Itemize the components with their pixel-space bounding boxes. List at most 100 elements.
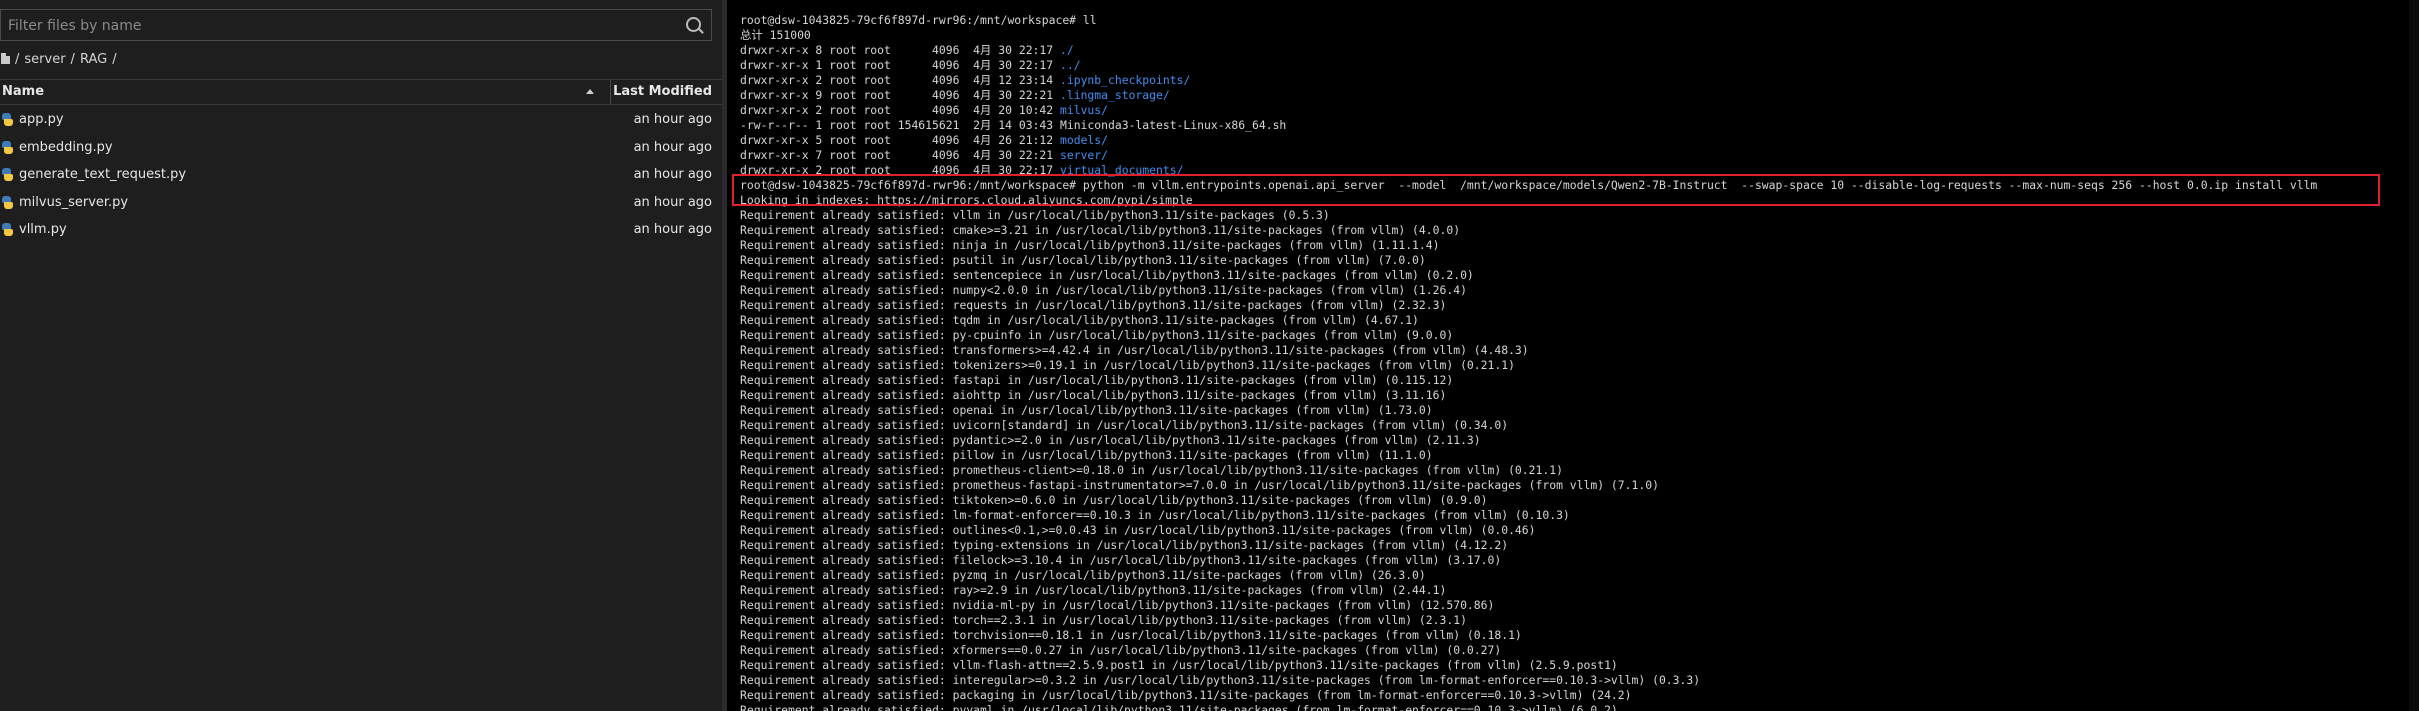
terminal-line: drwxr-xr-x 9 root root 4096 4月 30 22:21 … [740, 88, 2317, 103]
terminal-line: drwxr-xr-x 2 root root 4096 4月 12 23:14 … [740, 73, 2317, 88]
terminal-line-text: Requirement already satisfied: packaging… [740, 688, 1632, 702]
terminal-line: Requirement already satisfied: uvicorn[s… [740, 418, 2317, 433]
terminal-panel[interactable]: root@dsw-1043825-79cf6f897d-rwr96:/mnt/w… [727, 0, 2419, 711]
column-header-name[interactable]: Name [2, 84, 44, 99]
terminal-line-text: drwxr-xr-x 2 root root 4096 4月 12 23:14 [740, 73, 1060, 87]
terminal-scrollbar[interactable] [2409, 0, 2419, 711]
python-file-icon [0, 223, 13, 236]
terminal-line-text: Requirement already satisfied: py-cpuinf… [740, 328, 1454, 342]
file-row-embedding-py[interactable]: embedding.py an hour ago [0, 134, 722, 162]
terminal-line-text: Requirement already satisfied: requests … [740, 298, 1447, 312]
terminal-directory-name: virtual_documents/ [1060, 163, 1184, 177]
terminal-line-text: Requirement already satisfied: nvidia-ml… [740, 598, 1495, 612]
file-filter-box[interactable] [0, 9, 712, 41]
terminal-line-text: root@dsw-1043825-79cf6f897d-rwr96:/mnt/w… [740, 178, 2318, 192]
breadcrumb-root[interactable]: / [15, 52, 19, 67]
terminal-directory-name: .ipynb_checkpoints/ [1060, 73, 1191, 87]
terminal-line: Requirement already satisfied: tiktoken>… [740, 493, 2317, 508]
terminal-line-text: Requirement already satisfied: cmake>=3.… [740, 223, 1461, 237]
terminal-directory-name: server/ [1060, 148, 1109, 162]
terminal-line: Requirement already satisfied: numpy<2.0… [740, 283, 2317, 298]
terminal-line-text: Requirement already satisfied: psutil in… [740, 253, 1426, 267]
terminal-line-text: Requirement already satisfied: pyzmq in … [740, 568, 1426, 582]
column-header-last-modified[interactable]: Last Modified [613, 84, 712, 99]
terminal-directory-name: .lingma_storage/ [1060, 88, 1170, 102]
terminal-line-text: Requirement already satisfied: transform… [740, 343, 1529, 357]
terminal-line-text: Requirement already satisfied: aiohttp i… [740, 388, 1447, 402]
terminal-line-text: Looking in indexes: https://mirrors.clou… [740, 193, 1193, 207]
terminal-line: Requirement already satisfied: transform… [740, 343, 2317, 358]
breadcrumb-separator: / [70, 51, 75, 67]
file-filter-input[interactable] [6, 13, 670, 39]
terminal-line: Requirement already satisfied: ninja in … [740, 238, 2317, 253]
terminal-line: Looking in indexes: https://mirrors.clou… [740, 193, 2317, 208]
terminal-line-text: Requirement already satisfied: vllm-flas… [740, 658, 1618, 672]
terminal-line: Requirement already satisfied: outlines<… [740, 523, 2317, 538]
terminal-line-text: Requirement already satisfied: uvicorn[s… [740, 418, 1509, 432]
terminal-line: Requirement already satisfied: packaging… [740, 688, 2317, 703]
terminal-line: Requirement already satisfied: lm-format… [740, 508, 2317, 523]
terminal-line-text: Requirement already satisfied: typing-ex… [740, 538, 1509, 552]
terminal-line: drwxr-xr-x 2 root root 4096 4月 20 10:42 … [740, 103, 2317, 118]
file-browser-panel: / server / RAG / Name Last Modified app.… [0, 0, 722, 711]
terminal-line-text: drwxr-xr-x 8 root root 4096 4月 30 22:17 [740, 43, 1060, 57]
terminal-line-text: Requirement already satisfied: lm-format… [740, 508, 1570, 522]
terminal-line: drwxr-xr-x 8 root root 4096 4月 30 22:17 … [740, 43, 2317, 58]
breadcrumb-separator: / [112, 51, 117, 67]
terminal-line: Requirement already satisfied: py-cpuinf… [740, 328, 2317, 343]
terminal-line: Requirement already satisfied: pillow in… [740, 448, 2317, 463]
terminal-line: Requirement already satisfied: tqdm in /… [740, 313, 2317, 328]
terminal-line-text: Requirement already satisfied: vllm in /… [740, 208, 1330, 222]
file-modified-time: an hour ago [633, 167, 712, 182]
terminal-line: Requirement already satisfied: requests … [740, 298, 2317, 313]
terminal-line-text: Requirement already satisfied: torchvisi… [740, 628, 1522, 642]
terminal-directory-name: ./ [1060, 43, 1074, 57]
terminal-line: Requirement already satisfied: tokenizer… [740, 358, 2317, 373]
terminal-line: drwxr-xr-x 5 root root 4096 4月 26 21:12 … [740, 133, 2317, 148]
python-file-icon [0, 195, 13, 209]
file-name: app.py [19, 112, 64, 127]
terminal-line-text: drwxr-xr-x 5 root root 4096 4月 26 21:12 [740, 133, 1060, 147]
terminal-line-text: Requirement already satisfied: ninja in … [740, 238, 1440, 252]
terminal-line: Requirement already satisfied: torch==2.… [740, 613, 2317, 628]
terminal-line-text: Requirement already satisfied: openai in… [740, 403, 1433, 417]
breadcrumb-item-server[interactable]: server [24, 52, 65, 67]
terminal-line-text: Requirement already satisfied: pydantic>… [740, 433, 1481, 447]
file-list-header: Name Last Modified [0, 79, 722, 105]
sort-ascending-icon[interactable] [586, 89, 594, 94]
python-file-icon [0, 140, 13, 154]
terminal-line: -rw-r--r-- 1 root root 154615621 2月 14 0… [740, 118, 2317, 133]
file-modified-time: an hour ago [633, 222, 712, 237]
file-row-vllm-py[interactable]: vllm.py an hour ago [0, 216, 722, 244]
terminal-line: Requirement already satisfied: prometheu… [740, 463, 2317, 478]
terminal-line-text: Requirement already satisfied: torch==2.… [740, 613, 1467, 627]
terminal-line-text: root@dsw-1043825-79cf6f897d-rwr96:/mnt/w… [740, 13, 1097, 27]
file-name: milvus_server.py [19, 194, 129, 210]
terminal-line-text: Requirement already satisfied: tokenizer… [740, 358, 1515, 372]
terminal-line: Requirement already satisfied: xformers=… [740, 643, 2317, 658]
breadcrumb: / server / RAG / [0, 48, 117, 70]
search-icon[interactable] [686, 17, 701, 32]
folder-icon[interactable] [1, 53, 10, 64]
terminal-line-text: Requirement already satisfied: xformers=… [740, 643, 1502, 657]
terminal-line-text: Requirement already satisfied: outlines<… [740, 523, 1536, 537]
terminal-line: Requirement already satisfied: psutil in… [740, 253, 2317, 268]
terminal-line: Requirement already satisfied: typing-ex… [740, 538, 2317, 553]
file-row-generate-text-request-py[interactable]: generate_text_request.py an hour ago [0, 161, 722, 189]
terminal-line: Requirement already satisfied: torchvisi… [740, 628, 2317, 643]
file-row-app-py[interactable]: app.py an hour ago [0, 106, 722, 134]
file-row-milvus-server-py[interactable]: milvus_server.py an hour ago [0, 189, 722, 217]
file-name: generate_text_request.py [19, 167, 187, 182]
terminal-line: drwxr-xr-x 7 root root 4096 4月 30 22:21 … [740, 148, 2317, 163]
column-resize-handle[interactable] [610, 80, 611, 104]
terminal-line: Requirement already satisfied: cmake>=3.… [740, 223, 2317, 238]
terminal-line: Requirement already satisfied: pydantic>… [740, 433, 2317, 448]
terminal-line-text: Requirement already satisfied: ray>=2.9 … [740, 583, 1447, 597]
terminal-line: Requirement already satisfied: nvidia-ml… [740, 598, 2317, 613]
terminal-directory-name: ../ [1060, 58, 1081, 72]
breadcrumb-item-rag[interactable]: RAG [80, 52, 107, 67]
terminal-output: root@dsw-1043825-79cf6f897d-rwr96:/mnt/w… [740, 13, 2317, 711]
terminal-line-text: Requirement already satisfied: prometheu… [740, 463, 1563, 477]
file-modified-time: an hour ago [633, 194, 712, 210]
terminal-line-text: Requirement already satisfied: interegul… [740, 673, 1701, 687]
